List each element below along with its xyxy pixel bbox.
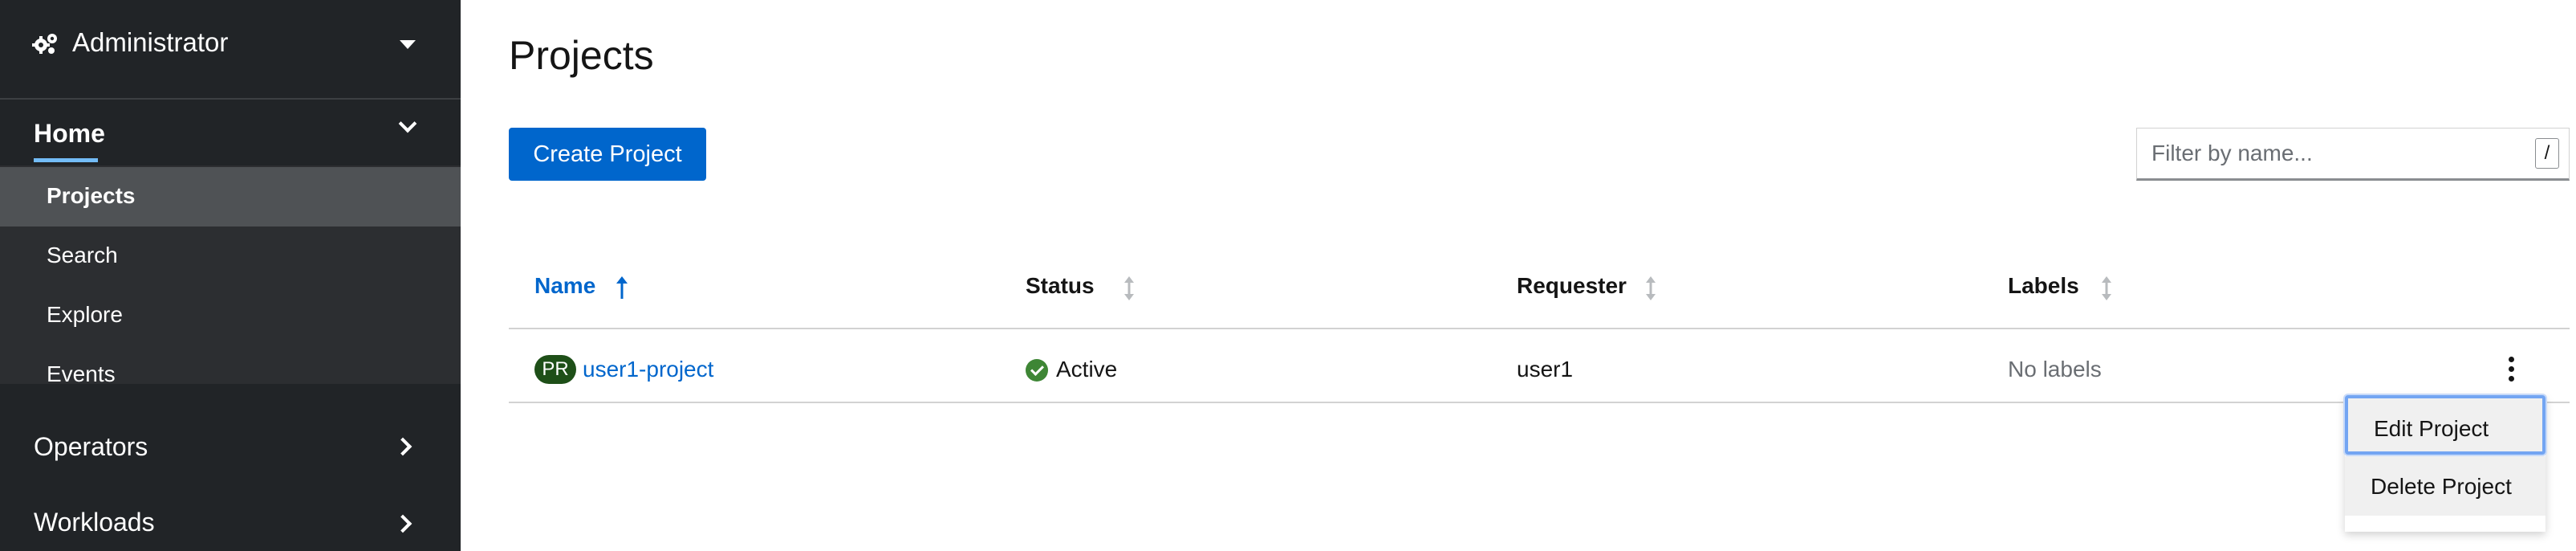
sidebar-item-label: Workloads bbox=[34, 508, 155, 537]
sort-ascending-icon[interactable] bbox=[616, 276, 628, 300]
kebab-menu-icon[interactable] bbox=[2499, 353, 2523, 386]
sidebar-item-label: Search bbox=[47, 243, 118, 267]
chevron-right-icon bbox=[393, 514, 412, 533]
nav-home-label: Home bbox=[34, 119, 105, 148]
column-header-status[interactable]: Status bbox=[1026, 273, 1095, 299]
resource-badge: PR bbox=[534, 355, 576, 384]
sort-icon[interactable] bbox=[1123, 276, 1135, 300]
create-project-button[interactable]: Create Project bbox=[509, 128, 706, 181]
sidebar-item-label: Events bbox=[47, 361, 116, 386]
sidebar-item-explore[interactable]: Explore bbox=[0, 286, 461, 345]
perspective-title: Administrator bbox=[72, 27, 229, 57]
menu-item-label: Delete Project bbox=[2371, 474, 2512, 499]
column-header-name[interactable]: Name bbox=[534, 273, 595, 299]
sidebar-item-label: Operators bbox=[34, 432, 148, 461]
table-header-row: Name Status Requester Labels bbox=[509, 257, 2570, 329]
row-actions-menu: Edit Project Delete Project bbox=[2345, 395, 2546, 532]
main-content: Projects Create Project / Name Status Re… bbox=[461, 0, 2576, 551]
active-indicator bbox=[34, 158, 98, 162]
sort-icon[interactable] bbox=[2101, 276, 2112, 300]
sidebar-item-search[interactable]: Search bbox=[0, 227, 461, 286]
sidebar-item-label: Explore bbox=[47, 302, 123, 327]
filter-input[interactable] bbox=[2137, 129, 2506, 178]
delete-project-menu-item[interactable]: Delete Project bbox=[2345, 456, 2546, 516]
chevron-right-icon bbox=[393, 437, 412, 456]
caret-down-icon bbox=[400, 40, 416, 49]
edit-project-menu-item[interactable]: Edit Project bbox=[2345, 395, 2546, 455]
sidebar-item-projects[interactable]: Projects bbox=[0, 167, 461, 227]
project-link[interactable]: user1-project bbox=[583, 357, 713, 382]
table-row: PR user1-project Active user1 No labels bbox=[509, 331, 2570, 403]
chevron-down-icon bbox=[398, 114, 417, 133]
labels-text: No labels bbox=[2008, 357, 2102, 382]
check-circle-icon bbox=[1026, 359, 1048, 382]
perspective-switcher[interactable]: Administrator bbox=[0, 0, 461, 100]
sidebar-item-workloads[interactable]: Workloads bbox=[0, 487, 461, 551]
sidebar: Administrator Home Projects Search Explo… bbox=[0, 0, 461, 551]
column-header-labels[interactable]: Labels bbox=[2008, 273, 2079, 299]
menu-item-label: Edit Project bbox=[2374, 416, 2489, 441]
gears-icon bbox=[32, 34, 57, 54]
keyboard-shortcut-hint: / bbox=[2535, 138, 2559, 169]
requester-text: user1 bbox=[1517, 357, 1574, 382]
status-text: Active bbox=[1056, 357, 1118, 382]
sidebar-item-events[interactable]: Events bbox=[0, 345, 461, 405]
sidebar-item-operators[interactable]: Operators bbox=[0, 411, 461, 484]
page-title: Projects bbox=[509, 33, 654, 78]
nav-home-toggle[interactable]: Home bbox=[0, 101, 461, 165]
sort-icon[interactable] bbox=[1645, 276, 1656, 300]
nav-section-home: Home Projects Search Explore Events bbox=[0, 101, 461, 386]
filter-field: / bbox=[2136, 128, 2570, 181]
sidebar-item-label: Projects bbox=[47, 183, 136, 208]
column-header-requester[interactable]: Requester bbox=[1517, 273, 1627, 299]
